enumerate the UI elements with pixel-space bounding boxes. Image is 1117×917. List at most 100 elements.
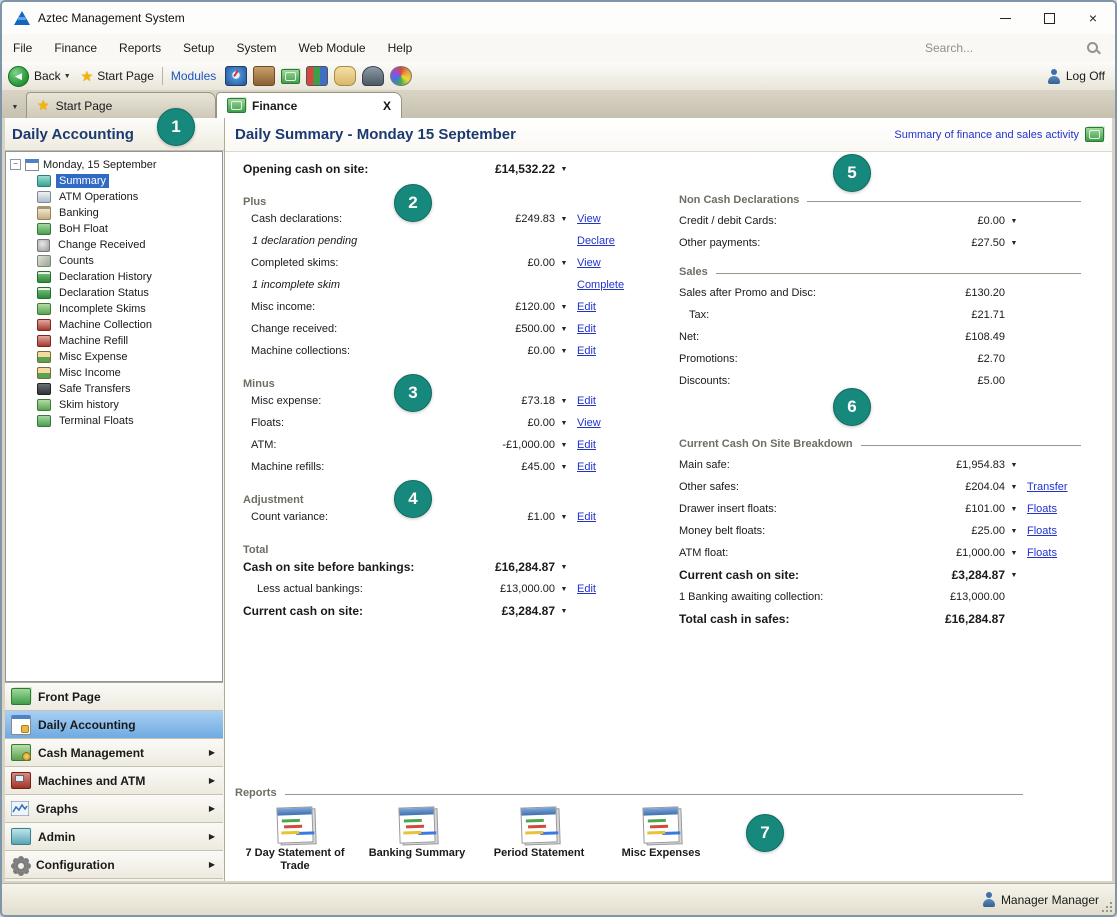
- floats-link[interactable]: Floats: [1027, 547, 1057, 559]
- dropdown-caret-icon[interactable]: ▼: [1005, 506, 1023, 513]
- edit-link[interactable]: Edit: [577, 583, 596, 595]
- menu-finance[interactable]: Finance: [43, 41, 108, 55]
- menu-web-module[interactable]: Web Module: [287, 41, 376, 55]
- transfer-link[interactable]: Transfer: [1027, 481, 1068, 493]
- nav-configuration[interactable]: Configuration▶: [5, 851, 223, 879]
- nav-admin[interactable]: Admin▶: [5, 823, 223, 851]
- tab-finance[interactable]: Finance X: [216, 92, 402, 118]
- tree-item-machine-refill[interactable]: Machine Refill: [6, 333, 222, 349]
- tree-item-declaration-history[interactable]: Declaration History: [6, 269, 222, 285]
- tree-item-safe-transfers[interactable]: Safe Transfers: [6, 381, 222, 397]
- dropdown-caret-icon[interactable]: ▼: [555, 464, 573, 471]
- gauge-icon[interactable]: [225, 66, 247, 86]
- minimize-button[interactable]: [983, 2, 1027, 34]
- menu-system[interactable]: System: [225, 41, 287, 55]
- dropdown-caret-icon[interactable]: ▼: [555, 304, 573, 311]
- declare-link[interactable]: Declare: [577, 235, 615, 247]
- view-link[interactable]: View: [577, 257, 601, 269]
- dropdown-caret-icon[interactable]: ▼: [555, 216, 573, 223]
- close-button[interactable]: ×: [1071, 2, 1115, 34]
- staff-icon[interactable]: [362, 66, 384, 86]
- tree-item-counts[interactable]: Counts: [6, 253, 222, 269]
- log-off-button[interactable]: Log Off: [1048, 69, 1105, 84]
- scroll-icon[interactable]: [334, 66, 356, 86]
- dropdown-caret-icon[interactable]: ▼: [1005, 218, 1023, 225]
- tab-close-icon[interactable]: X: [383, 99, 391, 113]
- nav-daily-accounting[interactable]: Daily Accounting: [5, 711, 223, 739]
- dropdown-caret-icon[interactable]: ▼: [555, 348, 573, 355]
- dropdown-caret-icon[interactable]: ▼: [555, 514, 573, 521]
- menu-reports[interactable]: Reports: [108, 41, 172, 55]
- dropdown-caret-icon[interactable]: ▼: [555, 442, 573, 449]
- tree-item-change-received[interactable]: Change Received: [6, 237, 222, 253]
- menu-help[interactable]: Help: [377, 41, 424, 55]
- tree-item-summary[interactable]: Summary: [6, 173, 222, 189]
- stock-icon[interactable]: [253, 66, 275, 86]
- tree-item-misc-expense[interactable]: Misc Expense: [6, 349, 222, 365]
- tree-item-atm-operations[interactable]: ATM Operations: [6, 189, 222, 205]
- dropdown-caret-icon[interactable]: ▼: [1005, 462, 1023, 469]
- tree-item-skim-history[interactable]: Skim history: [6, 397, 222, 413]
- dropdown-caret-icon[interactable]: ▼: [555, 326, 573, 333]
- dropdown-caret-icon[interactable]: ▼: [1005, 572, 1023, 579]
- dropdown-caret-icon[interactable]: ▼: [1005, 550, 1023, 557]
- tree-item-machine-collection[interactable]: Machine Collection: [6, 317, 222, 333]
- terminal-floats-icon: [37, 415, 51, 427]
- daily-accounting-tree: − Monday, 15 September Summary ATM Opera…: [5, 151, 223, 682]
- edit-link[interactable]: Edit: [577, 461, 596, 473]
- search-input[interactable]: Search...: [925, 41, 1085, 55]
- report-misc-expenses[interactable]: Misc Expenses: [601, 807, 721, 873]
- tree-collapse-icon[interactable]: −: [10, 159, 21, 170]
- edit-link[interactable]: Edit: [577, 439, 596, 451]
- dropdown-caret-icon[interactable]: ▼: [1005, 240, 1023, 247]
- back-dropdown-icon[interactable]: ▼: [64, 73, 71, 80]
- report-7-day-statement[interactable]: 7 Day Statement of Trade: [235, 807, 355, 873]
- report-period-statement[interactable]: Period Statement: [479, 807, 599, 873]
- tree-item-incomplete-skims[interactable]: Incomplete Skims: [6, 301, 222, 317]
- search-icon[interactable]: [1085, 40, 1101, 56]
- nav-machines-and-atm[interactable]: Machines and ATM▶: [5, 767, 223, 795]
- start-page-button[interactable]: Start Page: [97, 69, 154, 83]
- tree-item-misc-income[interactable]: Misc Income: [6, 365, 222, 381]
- dropdown-caret-icon[interactable]: ▼: [555, 166, 573, 173]
- back-button[interactable]: ◀ Back ▼: [8, 66, 71, 87]
- complete-link[interactable]: Complete: [577, 279, 624, 291]
- tab-list-dropdown[interactable]: ▼: [6, 96, 24, 118]
- tree-item-terminal-floats[interactable]: Terminal Floats: [6, 413, 222, 429]
- machine-collections-row: Machine collections: £0.00 ▼ Edit: [235, 340, 635, 362]
- nav-front-page[interactable]: Front Page: [5, 683, 223, 711]
- maximize-button[interactable]: [1027, 2, 1071, 34]
- view-link[interactable]: View: [577, 417, 601, 429]
- palette-icon[interactable]: [390, 66, 412, 86]
- main-safe-row: Main safe: £1,954.83 ▼: [671, 454, 1083, 476]
- tree-root-date[interactable]: − Monday, 15 September: [10, 156, 222, 173]
- tree-item-boh-float[interactable]: BoH Float: [6, 221, 222, 237]
- dropdown-caret-icon[interactable]: ▼: [1005, 484, 1023, 491]
- dropdown-caret-icon[interactable]: ▼: [555, 420, 573, 427]
- dropdown-caret-icon[interactable]: ▼: [555, 586, 573, 593]
- modules-button[interactable]: Modules: [171, 69, 216, 83]
- edit-link[interactable]: Edit: [577, 511, 596, 523]
- dropdown-caret-icon[interactable]: ▼: [555, 608, 573, 615]
- tree-item-banking[interactable]: Banking: [6, 205, 222, 221]
- dropdown-caret-icon[interactable]: ▼: [555, 564, 573, 571]
- menu-setup[interactable]: Setup: [172, 41, 225, 55]
- reports-stack-icon[interactable]: [306, 66, 328, 86]
- edit-link[interactable]: Edit: [577, 301, 596, 313]
- report-banking-summary[interactable]: Banking Summary: [357, 807, 477, 873]
- view-link[interactable]: View: [577, 213, 601, 225]
- nav-graphs[interactable]: Graphs▶: [5, 795, 223, 823]
- finance-icon[interactable]: [281, 69, 300, 84]
- dropdown-caret-icon[interactable]: ▼: [555, 260, 573, 267]
- edit-link[interactable]: Edit: [577, 345, 596, 357]
- edit-link[interactable]: Edit: [577, 323, 596, 335]
- edit-link[interactable]: Edit: [577, 395, 596, 407]
- dropdown-caret-icon[interactable]: ▼: [555, 398, 573, 405]
- menu-file[interactable]: File: [2, 41, 43, 55]
- tree-item-declaration-status[interactable]: Declaration Status: [6, 285, 222, 301]
- dropdown-caret-icon[interactable]: ▼: [1005, 528, 1023, 535]
- floats-link[interactable]: Floats: [1027, 503, 1057, 515]
- resize-grip[interactable]: [1102, 902, 1112, 912]
- nav-cash-management[interactable]: Cash Management▶: [5, 739, 223, 767]
- floats-link[interactable]: Floats: [1027, 525, 1057, 537]
